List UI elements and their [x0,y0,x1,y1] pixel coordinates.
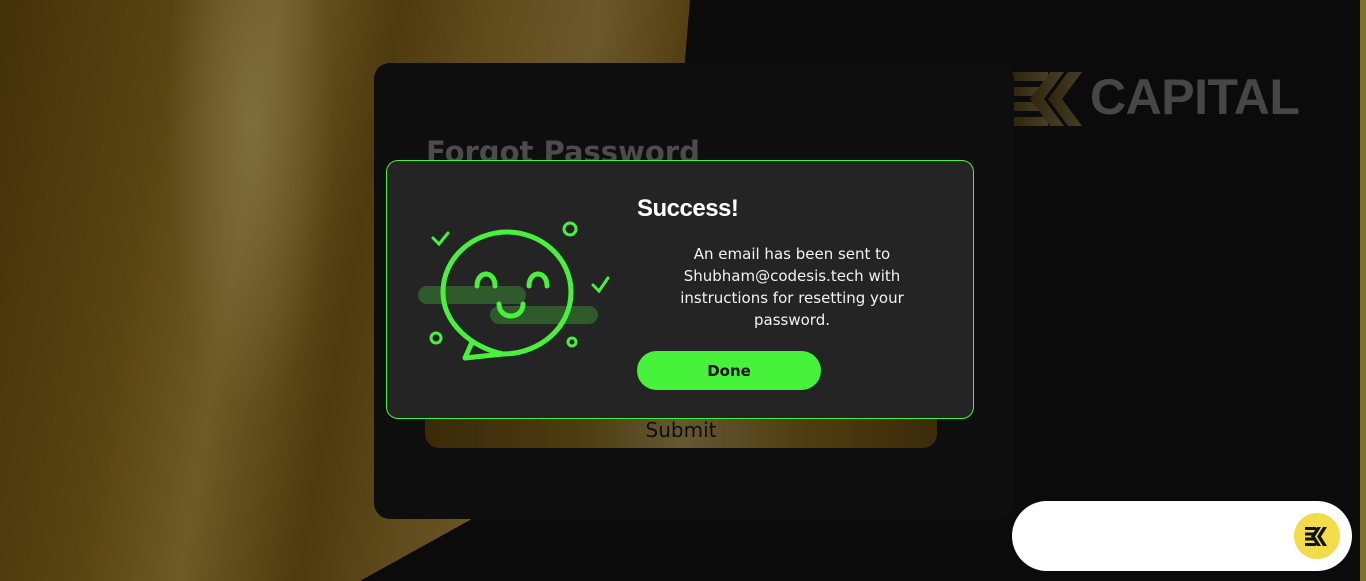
dialog-title: Success! [637,195,739,222]
dialog-message: An email has been sent to Shubham@codesi… [680,245,904,329]
chat-widget[interactable] [1012,501,1352,571]
done-button[interactable]: Done [637,351,821,390]
smiling-chat-bubble-icon [418,221,610,361]
success-dialog: Success! An email has been sent to Shubh… [386,160,974,419]
ek-logo-icon [1305,527,1327,546]
chat-launcher-button[interactable] [1294,513,1340,559]
